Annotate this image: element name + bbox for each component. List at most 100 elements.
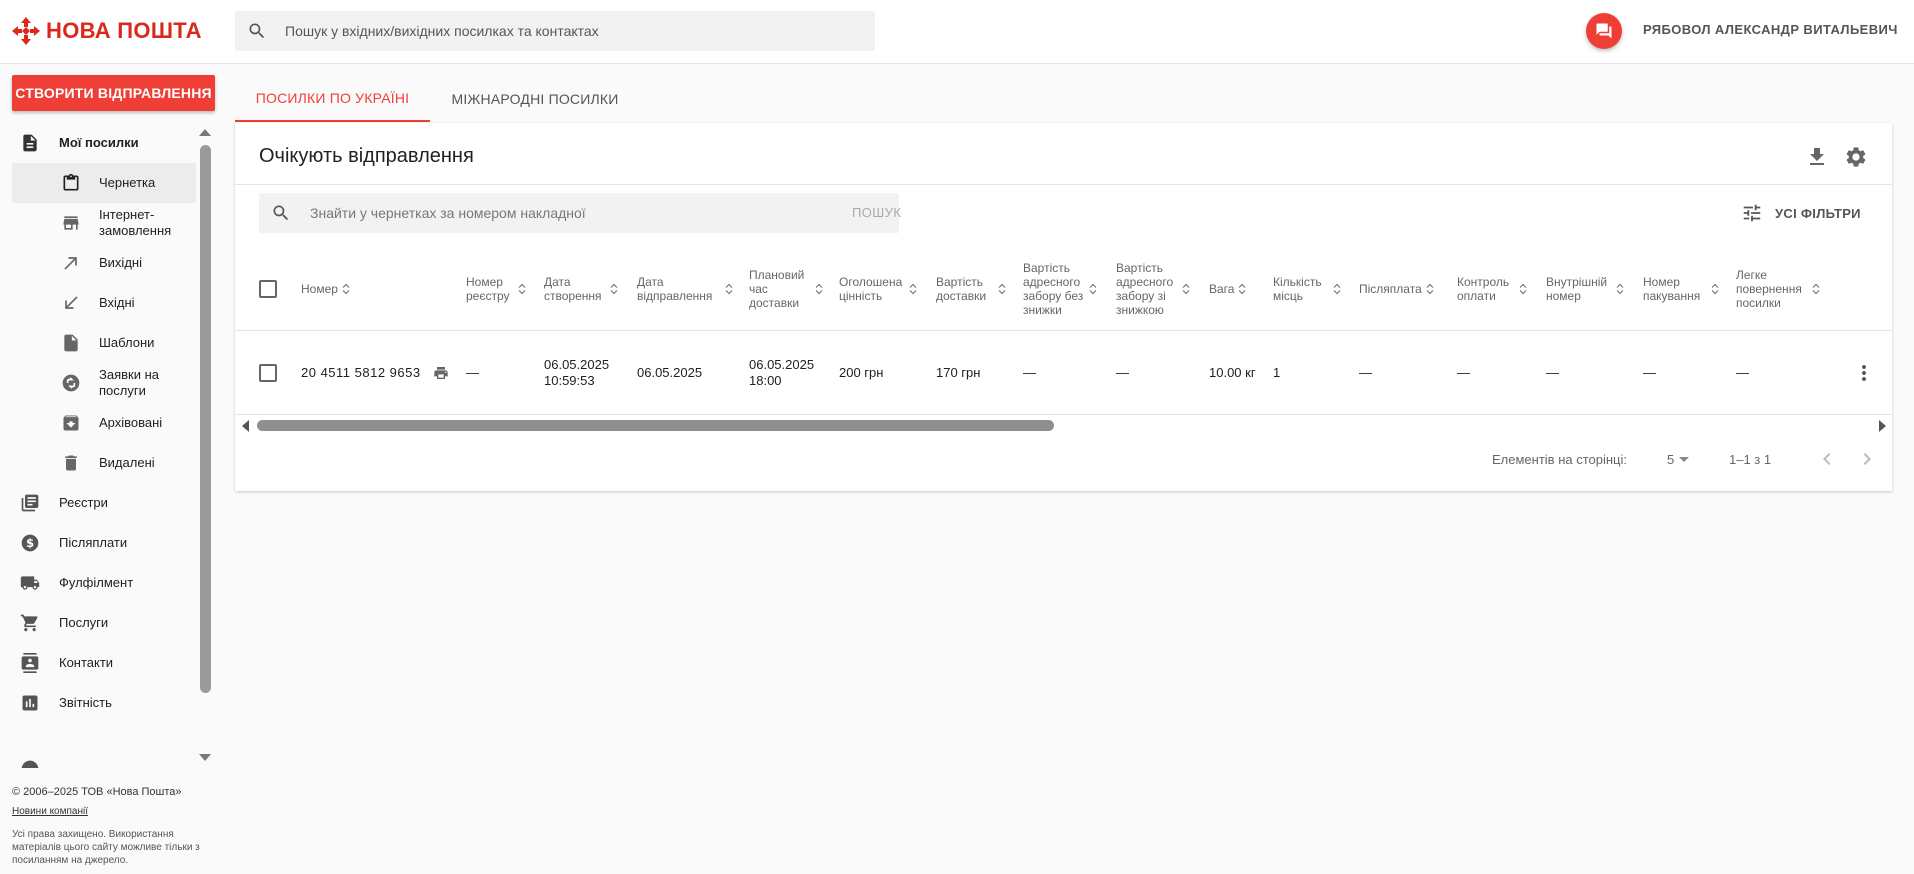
column-header-declared-value[interactable]: Оголошена цінність bbox=[839, 247, 917, 331]
registry-icon bbox=[21, 494, 39, 512]
sidebar-item-internet-orders[interactable]: Інтернет-замовлення bbox=[12, 203, 196, 243]
sidebar-item-label: Фулфілмент bbox=[59, 575, 134, 590]
sort-icon bbox=[909, 283, 917, 295]
sidebar-item-label: Видалені bbox=[99, 455, 155, 470]
printer-icon[interactable] bbox=[433, 365, 449, 381]
footer-copyright: © 2006–2025 ТОВ «Нова Пошта» bbox=[12, 786, 182, 798]
dollar-icon: $ bbox=[21, 534, 39, 552]
column-header-internal-number[interactable]: Внутрішній номер bbox=[1546, 247, 1624, 331]
sort-icon bbox=[610, 283, 618, 295]
scroll-right-icon[interactable] bbox=[1879, 420, 1886, 432]
logo[interactable]: НОВА ПОШТА bbox=[12, 16, 202, 46]
column-header-pickup-discount[interactable]: Вартість адресного забору зі знижкою bbox=[1116, 247, 1190, 331]
all-filters-label: УСІ ФІЛЬТРИ bbox=[1775, 205, 1861, 221]
sort-icon bbox=[1616, 283, 1624, 295]
store-icon bbox=[63, 216, 79, 230]
column-header-payment-control[interactable]: Контроль оплати bbox=[1457, 247, 1527, 331]
horizontal-scroll-thumb[interactable] bbox=[257, 420, 1054, 431]
sidebar-item-my-parcels[interactable]: Мої посилки bbox=[12, 123, 196, 163]
brand-name: НОВА ПОШТА bbox=[46, 18, 202, 43]
sidebar-item-outgoing[interactable]: Вихідні bbox=[12, 243, 196, 283]
sidebar-item-label: Шаблони bbox=[99, 335, 155, 350]
sidebar-item-archived[interactable]: Архівовані bbox=[12, 403, 196, 443]
download-icon[interactable] bbox=[1805, 145, 1829, 169]
sidebar-scrollbar[interactable] bbox=[200, 145, 211, 693]
sort-icon bbox=[725, 283, 733, 295]
sidebar-item-fulfillment[interactable]: Фулфілмент bbox=[12, 563, 196, 603]
tab-international-parcels[interactable]: МІЖНАРОДНІ ПОСИЛКИ bbox=[430, 76, 640, 122]
column-header-sent[interactable]: Дата відправлення bbox=[637, 247, 733, 331]
global-search-input[interactable]: Пошук у вхідних/вихідних посилках та кон… bbox=[235, 11, 875, 51]
table-horizontal-scrollbar[interactable] bbox=[235, 416, 1892, 432]
more-vert-icon[interactable] bbox=[1852, 361, 1876, 385]
sidebar-item-deleted[interactable]: Видалені bbox=[12, 443, 196, 483]
arrow-outgoing-icon bbox=[64, 257, 77, 270]
sidebar-scroll-down-icon[interactable] bbox=[199, 754, 211, 761]
cell-delivery-cost: 170 грн bbox=[936, 365, 981, 380]
sidebar-item-templates[interactable]: Шаблони bbox=[12, 323, 196, 363]
sidebar-item-services[interactable]: Послуги bbox=[12, 603, 196, 643]
gear-icon[interactable] bbox=[1844, 145, 1868, 169]
nova-poshta-logo-icon bbox=[12, 17, 40, 45]
sidebar-item-label: Вхідні bbox=[99, 295, 135, 310]
column-header-weight[interactable]: Вага bbox=[1209, 247, 1246, 331]
column-header-places[interactable]: Кількість місць bbox=[1273, 247, 1341, 331]
items-per-page-select[interactable]: 5 bbox=[1667, 452, 1690, 467]
column-header-number[interactable]: Номер bbox=[301, 247, 350, 331]
chevron-left-icon[interactable] bbox=[1815, 447, 1839, 471]
chevron-right-icon[interactable] bbox=[1855, 447, 1879, 471]
sidebar-item-registries[interactable]: Реєстри bbox=[12, 483, 196, 523]
column-header-created[interactable]: Дата створення bbox=[544, 247, 618, 331]
footer-news-link[interactable]: Новини компанії bbox=[12, 806, 88, 817]
sidebar-scroll-up-icon[interactable] bbox=[199, 129, 211, 136]
column-header-easy-return[interactable]: Легке повернення посилки bbox=[1736, 247, 1820, 331]
sidebar-item-reports[interactable]: Звітність bbox=[12, 683, 196, 723]
column-header-package-number[interactable]: Номер пакування bbox=[1643, 247, 1719, 331]
sidebar-item-drafts[interactable]: Чернетка bbox=[12, 163, 196, 203]
sort-icon bbox=[1426, 283, 1434, 295]
svg-text:$: $ bbox=[26, 536, 34, 550]
sidebar-item-label: Післяплати bbox=[59, 535, 128, 550]
column-header-cod[interactable]: Післяплата bbox=[1359, 247, 1434, 331]
cell-number[interactable]: 20 4511 5812 9653 bbox=[301, 331, 449, 415]
create-shipment-button[interactable]: СТВОРИТИ ВІДПРАВЛЕННЯ bbox=[12, 75, 215, 111]
sort-icon bbox=[815, 283, 823, 295]
contacts-icon bbox=[21, 653, 39, 673]
draft-search-input[interactable]: Знайти у чернетках за номером накладної … bbox=[259, 193, 901, 233]
page-range: 1–1 з 1 bbox=[1729, 452, 1772, 467]
chat-button[interactable] bbox=[1586, 13, 1622, 49]
sidebar-item-label: Заявки на послуги bbox=[99, 367, 159, 398]
sort-icon bbox=[1711, 283, 1719, 295]
tab-ukraine-parcels[interactable]: ПОСИЛКИ ПО УКРАЇНІ bbox=[235, 76, 430, 122]
cart-icon bbox=[20, 614, 38, 632]
column-header-planned[interactable]: Плановий час доставки bbox=[749, 247, 823, 331]
search-icon bbox=[249, 23, 265, 39]
sidebar-nav: Мої посилки Чернетка Інтернет-замовлення… bbox=[12, 123, 196, 768]
column-header-registry[interactable]: Номер реєстру bbox=[466, 247, 526, 331]
scroll-left-icon[interactable] bbox=[242, 420, 249, 432]
user-name[interactable]: РЯБОВОЛ АЛЕКСАНДР ВИТАЛЬЕВИЧ bbox=[1643, 22, 1898, 37]
select-all-checkbox[interactable] bbox=[259, 280, 277, 298]
sidebar-item-cod[interactable]: $ Післяплати bbox=[12, 523, 196, 563]
all-filters-button[interactable]: УСІ ФІЛЬТРИ bbox=[1741, 202, 1861, 224]
sort-icon bbox=[342, 283, 350, 295]
cell-cod: — bbox=[1359, 365, 1372, 380]
help-icon bbox=[21, 760, 39, 768]
cell-declared-value: 200 грн bbox=[839, 365, 884, 380]
search-icon bbox=[273, 205, 289, 221]
column-header-delivery-cost[interactable]: Вартість доставки bbox=[936, 247, 1006, 331]
arrow-incoming-icon bbox=[65, 296, 78, 309]
sidebar-item-label: Архівовані bbox=[99, 415, 163, 430]
sidebar-item-service-requests[interactable]: Заявки на послуги bbox=[12, 363, 196, 403]
sort-icon bbox=[1519, 283, 1527, 295]
sidebar-item-incoming[interactable]: Вхідні bbox=[12, 283, 196, 323]
sidebar-item-more[interactable] bbox=[12, 759, 196, 768]
sidebar-item-contacts[interactable]: Контакти bbox=[12, 643, 196, 683]
column-header-pickup-no-discount[interactable]: Вартість адресного забору без знижки bbox=[1023, 247, 1097, 331]
global-search-placeholder: Пошук у вхідних/вихідних посилках та кон… bbox=[285, 23, 599, 39]
draft-search-button[interactable]: ПОШУК bbox=[852, 205, 901, 220]
table-row[interactable]: 20 4511 5812 9653 — 06.05.2025 10:59:53 … bbox=[235, 331, 1892, 415]
sidebar-item-label: Послуги bbox=[59, 615, 109, 630]
cell-sent: 06.05.2025 bbox=[637, 365, 703, 380]
row-checkbox[interactable] bbox=[259, 364, 277, 382]
